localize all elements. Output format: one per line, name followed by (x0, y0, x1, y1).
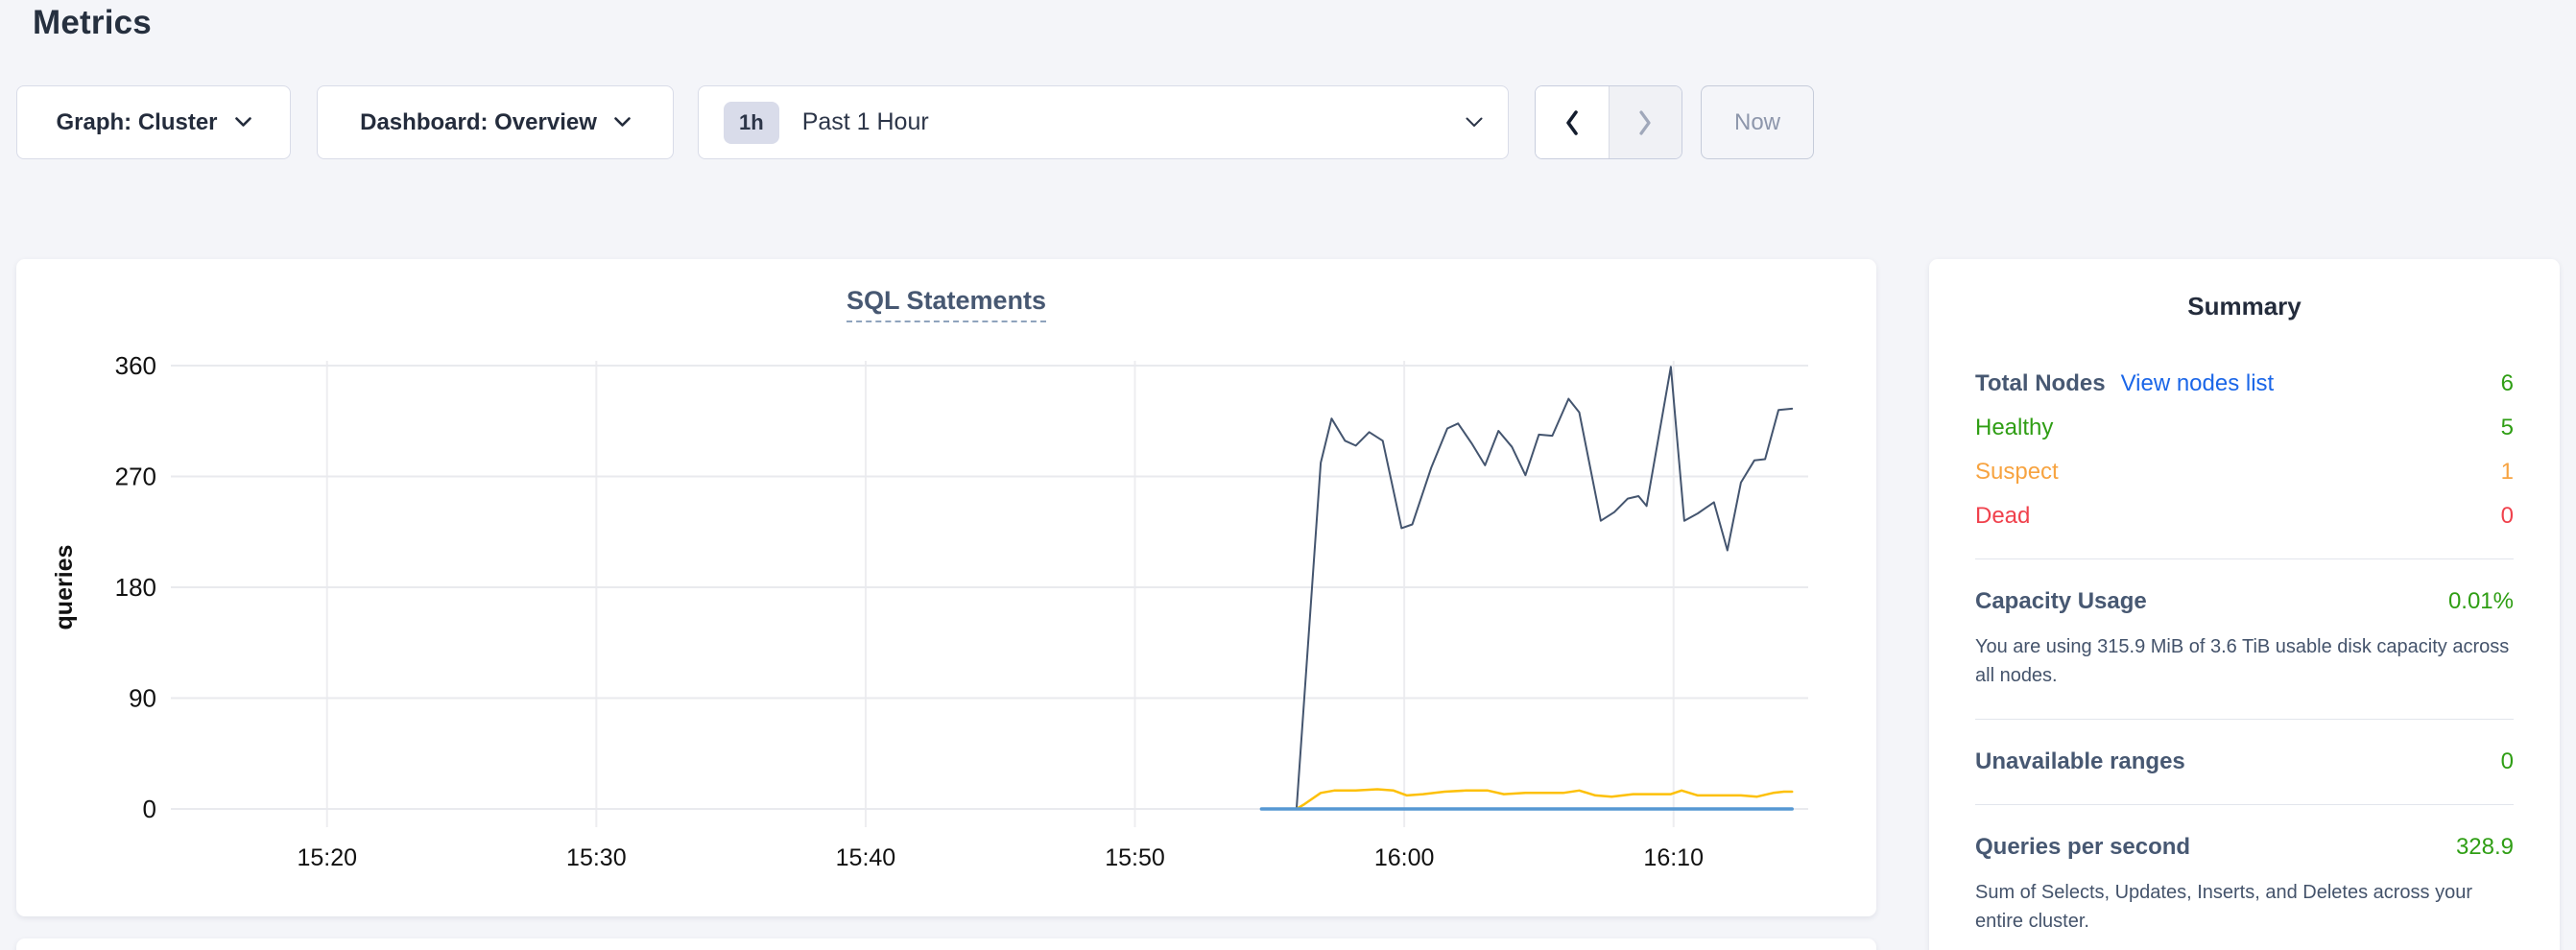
time-range-badge: 1h (724, 102, 779, 144)
unavailable-ranges-value: 0 (2501, 748, 2514, 775)
qps-value: 328.9 (2456, 834, 2514, 861)
time-range-label: Past 1 Hour (802, 108, 929, 136)
prev-time-button[interactable] (1536, 86, 1609, 158)
y-tick-label: 90 (129, 684, 156, 713)
dashboard-dropdown-label: Dashboard: Overview (360, 109, 597, 136)
capacity-description: You are using 315.9 MiB of 3.6 TiB usabl… (1975, 632, 2514, 690)
sql-statements-chart: 15:20 15:30 15:40 15:50 16:00 16:10 0 90 180 270 3… (16, 259, 1876, 916)
time-range-selector[interactable]: 1h Past 1 Hour (698, 85, 1509, 159)
dashboard-dropdown[interactable]: Dashboard: Overview (317, 85, 674, 159)
x-tick-label: 15:30 (566, 844, 627, 871)
page-title: Metrics (33, 0, 152, 46)
total-nodes-label: Total Nodes (1975, 370, 2106, 397)
dead-label: Dead (1975, 503, 2030, 530)
chevron-right-icon (1637, 109, 1653, 136)
chevron-down-icon (235, 117, 251, 128)
now-button[interactable]: Now (1701, 85, 1814, 159)
graph-dropdown[interactable]: Graph: Cluster (16, 85, 291, 159)
dead-value: 0 (2501, 503, 2514, 530)
chevron-down-icon (614, 117, 631, 128)
capacity-row: Capacity Usage 0.01% (1975, 588, 2514, 615)
capacity-value: 0.01% (2448, 588, 2514, 615)
suspect-row: Suspect 1 (1975, 459, 2514, 486)
series-line-yellow-series (1297, 790, 1792, 810)
graph-dropdown-label: Graph: Cluster (56, 109, 217, 136)
y-tick-label: 0 (143, 795, 156, 823)
time-nav-group (1535, 85, 1682, 159)
view-nodes-list-link[interactable]: View nodes list (2121, 370, 2275, 397)
y-axis-label: queries (51, 545, 78, 630)
qps-label: Queries per second (1975, 834, 2190, 861)
metrics-page: Metrics Graph: Cluster Dashboard: Overvi… (0, 0, 2576, 950)
dead-row: Dead 0 (1975, 503, 2514, 530)
healthy-row: Healthy 5 (1975, 415, 2514, 441)
chevron-left-icon (1564, 109, 1580, 136)
unavailable-ranges-row: Unavailable ranges 0 (1975, 748, 2514, 775)
x-tick-label: 15:40 (836, 844, 896, 871)
chevron-down-icon (1466, 117, 1483, 128)
x-tick-label: 16:00 (1374, 844, 1435, 871)
next-time-button[interactable] (1609, 86, 1682, 158)
chart-title-wrap: SQL Statements (16, 286, 1876, 322)
y-tick-label: 270 (115, 463, 156, 491)
suspect-label: Suspect (1975, 459, 2059, 486)
qps-row: Queries per second 328.9 (1975, 834, 2514, 861)
divider (1975, 719, 2514, 720)
sql-statements-card: SQL Statements 15:20 15:30 15:40 15:50 16:00… (16, 259, 1876, 916)
divider (1975, 804, 2514, 805)
total-nodes-row: Total Nodes View nodes list 6 (1975, 370, 2514, 397)
unavailable-ranges-label: Unavailable ranges (1975, 748, 2185, 775)
x-tick-label: 16:10 (1643, 844, 1704, 871)
suspect-value: 1 (2501, 459, 2514, 486)
chart-title[interactable]: SQL Statements (847, 286, 1046, 322)
total-nodes-value: 6 (2501, 370, 2514, 397)
healthy-label: Healthy (1975, 415, 2053, 441)
x-tick-label: 15:20 (297, 844, 357, 871)
summary-title: Summary (1975, 292, 2514, 321)
next-chart-card (16, 938, 1876, 950)
qps-description: Sum of Selects, Updates, Inserts, and De… (1975, 878, 2514, 936)
summary-panel: Summary Total Nodes View nodes list 6 He… (1929, 259, 2560, 950)
y-tick-label: 180 (115, 573, 156, 602)
y-tick-label: 360 (115, 351, 156, 380)
x-tick-label: 15:50 (1105, 844, 1165, 871)
divider (1975, 558, 2514, 559)
healthy-value: 5 (2501, 415, 2514, 441)
capacity-label: Capacity Usage (1975, 588, 2147, 615)
